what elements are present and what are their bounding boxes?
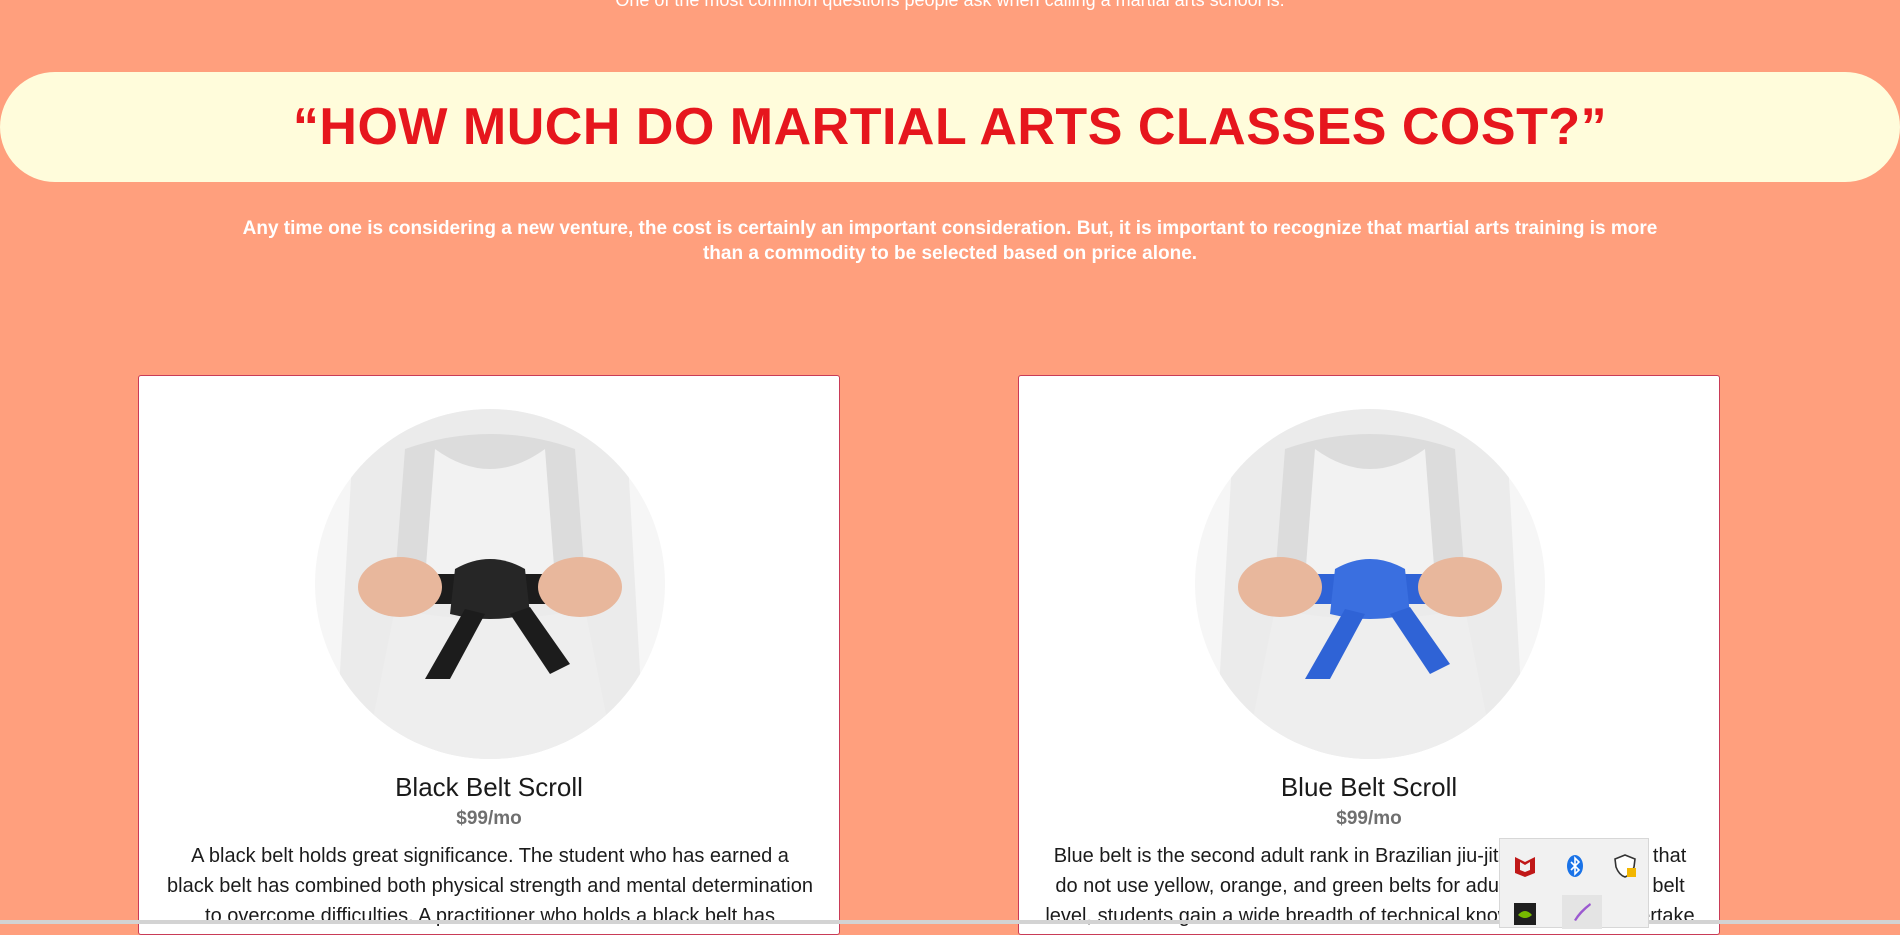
intro-paragraph: Any time one is considering a new ventur… <box>242 218 1658 264</box>
intro-text: One of the most common questions people … <box>615 0 1285 10</box>
nvidia-icon[interactable] <box>1512 901 1538 927</box>
hero-banner: “HOW MUCH DO MARTIAL ARTS CLASSES COST?” <box>0 72 1900 182</box>
card-description: A black belt holds great significance. T… <box>167 845 813 927</box>
system-tray-popup <box>1499 838 1649 929</box>
card-price: $99/mo <box>456 808 522 829</box>
black-belt-image <box>315 409 665 759</box>
blue-belt-image <box>1195 409 1545 759</box>
card-title: Black Belt Scroll <box>395 772 583 802</box>
card-title: Blue Belt Scroll <box>1280 772 1458 802</box>
security-shield-icon[interactable] <box>1612 853 1638 879</box>
pricing-card-black-belt: Black Belt Scroll $99/mo A black belt ho… <box>138 375 840 935</box>
mcafee-icon[interactable] <box>1512 853 1538 879</box>
hero-title: “HOW MUCH DO MARTIAL ARTS CLASSES COST?” <box>292 98 1608 156</box>
bluetooth-icon[interactable] <box>1562 853 1588 879</box>
card-price: $99/mo <box>1336 808 1402 829</box>
